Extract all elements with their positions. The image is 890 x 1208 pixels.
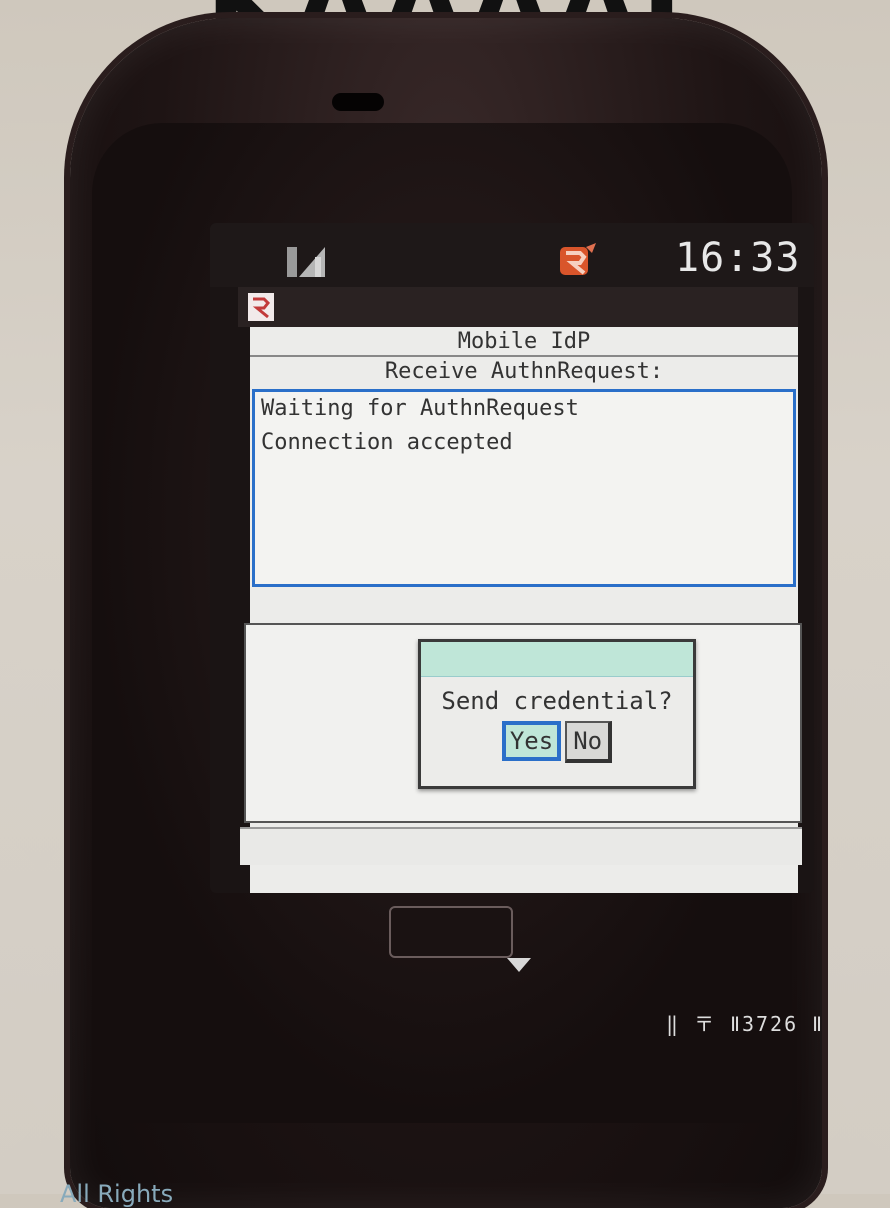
softkey-bar <box>240 827 802 865</box>
log-line: Connection accepted <box>261 430 513 455</box>
copyright-text: All Rights <box>60 1180 174 1208</box>
signal-icon <box>287 247 325 277</box>
log-line: Waiting for AuthnRequest <box>261 396 579 421</box>
dialog-question: Send credential? <box>441 687 673 715</box>
phone-model-label: ‖ 〒 Ⅱ3726 Ⅱ <box>666 1012 825 1036</box>
yes-button[interactable]: Yes <box>501 721 562 761</box>
app-title: Mobile IdP <box>250 327 798 357</box>
no-button[interactable]: No <box>565 721 613 763</box>
phone-device: 16:33 Mobile IdP Receive AuthnRequest: W… <box>70 18 822 1208</box>
dialog-buttons: Yes No <box>421 721 693 763</box>
log-textbox[interactable]: Waiting for AuthnRequest Connection acce… <box>252 389 796 587</box>
app-title-strip <box>238 287 798 327</box>
status-clock: 16:33 <box>675 235 801 281</box>
app-status-icon <box>560 243 596 275</box>
app-subtitle: Receive AuthnRequest: <box>384 359 664 384</box>
status-bar: 16:33 <box>210 223 814 287</box>
app-logo-icon <box>248 293 274 321</box>
app-body: Mobile IdP Receive AuthnRequest: Waiting… <box>240 327 802 893</box>
chevron-down-icon <box>507 958 531 972</box>
confirm-dialog: Send credential? Yes No <box>418 639 696 789</box>
phone-speaker <box>332 93 384 111</box>
home-button[interactable] <box>389 906 513 958</box>
phone-screen: 16:33 Mobile IdP Receive AuthnRequest: W… <box>210 223 814 893</box>
dialog-header <box>421 642 693 677</box>
